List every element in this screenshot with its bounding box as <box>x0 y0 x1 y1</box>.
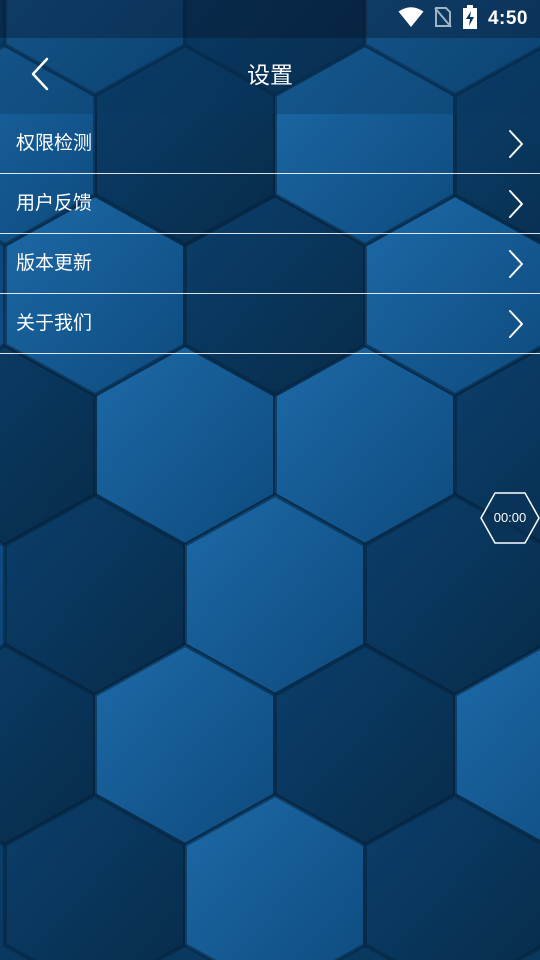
menu-item-label: 关于我们 <box>16 312 93 334</box>
menu-item-user-feedback[interactable]: 用户反馈 <box>0 174 540 234</box>
status-icons: 4:50 <box>398 0 528 38</box>
page-title: 设置 <box>247 63 293 89</box>
menu-item-label: 权限检测 <box>16 132 93 154</box>
menu-item-label: 版本更新 <box>16 252 93 274</box>
menu-item-permission-check[interactable]: 权限检测 <box>0 114 540 174</box>
settings-menu: 权限检测 用户反馈 版本更新 关于我们 <box>0 114 540 354</box>
menu-item-version-update[interactable]: 版本更新 <box>0 234 540 294</box>
chevron-right-icon <box>508 189 524 219</box>
wifi-icon <box>398 6 424 32</box>
menu-item-label: 用户反馈 <box>16 192 93 214</box>
header: 设置 <box>0 38 540 114</box>
floating-timer-button[interactable]: 00:00 <box>480 492 540 544</box>
status-time: 4:50 <box>487 8 528 29</box>
chevron-right-icon <box>508 129 524 159</box>
no-sim-icon <box>434 6 452 32</box>
chevron-right-icon <box>508 249 524 279</box>
menu-item-about-us[interactable]: 关于我们 <box>0 294 540 354</box>
settings-screen: 4:50 设置 权限检测 用户反馈 版本更新 关于我们 00:00 <box>0 0 540 960</box>
chevron-right-icon <box>508 309 524 339</box>
status-bar: 4:50 <box>0 0 540 38</box>
battery-charging-icon <box>462 5 478 33</box>
timer-text: 00:00 <box>493 510 527 525</box>
